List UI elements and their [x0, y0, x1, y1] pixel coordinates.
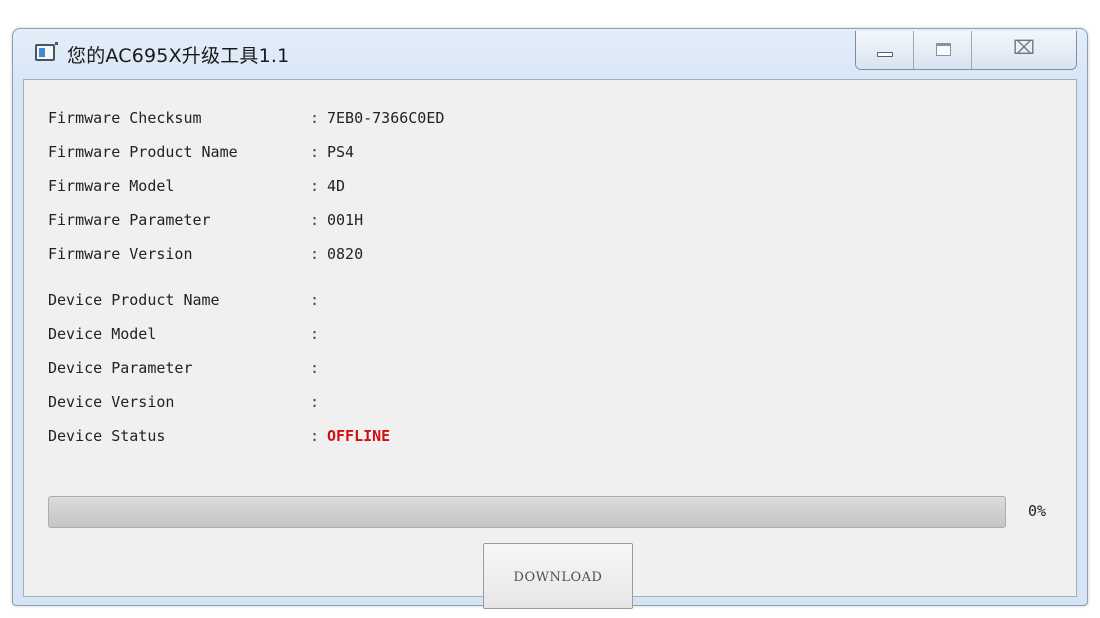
firmware-parameter-label: Firmware Parameter: [48, 211, 211, 229]
field-separator: :: [310, 359, 320, 377]
device-parameter-label: Device Parameter: [48, 359, 193, 377]
app-window: 您的AC695X升级工具1.1 ⌧ Firmware Checksum : 7E…: [12, 28, 1088, 609]
app-window-icon[interactable]: [35, 42, 58, 61]
download-button[interactable]: DOWNLOAD: [483, 543, 633, 609]
field-separator: :: [310, 109, 320, 127]
device-status-label: Device Status: [48, 427, 166, 445]
firmware-checksum-value: 7EB0-7366C0ED: [327, 109, 445, 127]
firmware-checksum-label: Firmware Checksum: [48, 109, 202, 127]
client-area: Firmware Checksum : 7EB0-7366C0ED Firmwa…: [23, 79, 1077, 609]
firmware-model-label: Firmware Model: [48, 177, 175, 195]
field-separator: :: [310, 427, 320, 445]
firmware-version-value: 0820: [327, 245, 364, 263]
download-button-label: DOWNLOAD: [513, 569, 603, 585]
progress-percent: 0%: [1028, 502, 1047, 520]
field-separator: :: [310, 177, 320, 195]
device-model-label: Device Model: [48, 325, 157, 343]
field-separator: :: [310, 393, 320, 411]
close-button[interactable]: ⌧: [972, 31, 1076, 69]
firmware-product-name-label: Firmware Product Name: [48, 143, 238, 161]
field-separator: :: [310, 211, 320, 229]
title-bar[interactable]: 您的AC695X升级工具1.1 ⌧: [13, 29, 1087, 77]
firmware-model-value: 4D: [327, 177, 346, 195]
firmware-parameter-value: 001H: [327, 211, 364, 229]
field-separator: :: [310, 325, 320, 343]
minimize-icon: [877, 52, 893, 57]
maximize-icon: [936, 43, 951, 56]
device-status-value: OFFLINE: [327, 427, 391, 445]
field-separator: :: [310, 291, 320, 309]
download-progress-bar: [48, 496, 1006, 528]
firmware-version-label: Firmware Version: [48, 245, 193, 263]
minimize-button[interactable]: [856, 31, 914, 69]
firmware-product-name-value: PS4: [327, 143, 355, 161]
field-separator: :: [310, 245, 320, 263]
caption-buttons: ⌧: [855, 31, 1077, 70]
field-separator: :: [310, 143, 320, 161]
maximize-button[interactable]: [914, 31, 972, 69]
device-version-label: Device Version: [48, 393, 175, 411]
device-product-name-label: Device Product Name: [48, 291, 220, 309]
window-title: 您的AC695X升级工具1.1: [67, 45, 290, 67]
close-icon: ⌧: [1013, 37, 1035, 59]
